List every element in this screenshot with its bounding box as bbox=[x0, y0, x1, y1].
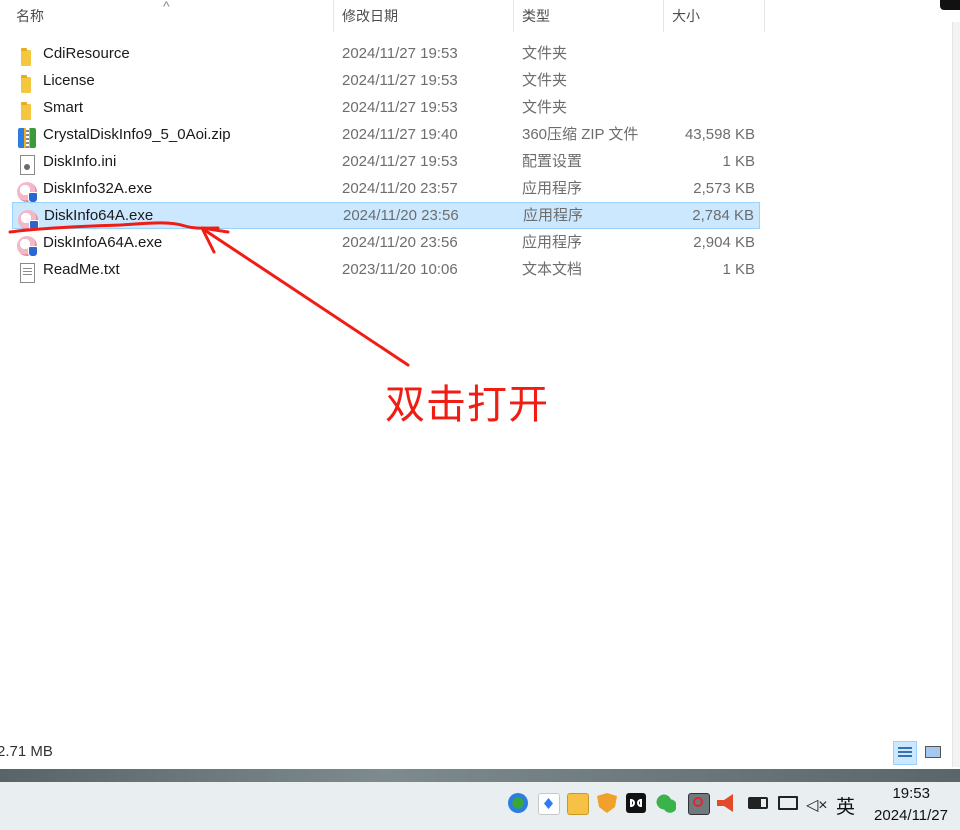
file-size: 43,598 KB bbox=[684, 126, 755, 143]
zip-archive-icon bbox=[17, 126, 36, 148]
file-date: 2024/11/20 23:56 bbox=[343, 207, 459, 224]
file-type: 文件夹 bbox=[522, 45, 568, 62]
details-view-icon[interactable] bbox=[893, 741, 917, 765]
file-type: 文件夹 bbox=[522, 72, 568, 89]
file-name: DiskInfoA64A.exe bbox=[43, 234, 163, 251]
file-date: 2024/11/27 19:53 bbox=[342, 72, 458, 89]
column-name-header[interactable]: 名称 bbox=[8, 0, 334, 32]
file-name: Smart bbox=[43, 99, 84, 116]
vertical-scrollbar[interactable] bbox=[952, 22, 960, 767]
folder-icon bbox=[17, 72, 35, 93]
file-row[interactable]: DiskInfo32A.exe 2024/11/20 23:57 应用程序 2,… bbox=[12, 175, 760, 203]
window-corner bbox=[940, 0, 960, 10]
file-date: 2024/11/27 19:53 bbox=[342, 99, 458, 116]
column-type-header[interactable]: 类型 bbox=[514, 0, 664, 32]
folder-icon bbox=[17, 99, 35, 120]
file-name: DiskInfo32A.exe bbox=[43, 180, 153, 197]
clock-time[interactable]: 19:53 bbox=[892, 785, 930, 802]
ime-indicator[interactable]: 英 bbox=[836, 792, 855, 819]
file-date: 2024/11/27 19:53 bbox=[342, 45, 458, 62]
app-icon bbox=[17, 180, 38, 203]
file-row[interactable]: ReadMe.txt 2023/11/20 10:06 文本文档 1 KB bbox=[12, 256, 760, 283]
large-icons-view-icon[interactable] bbox=[922, 741, 946, 765]
file-date: 2024/11/20 23:57 bbox=[342, 180, 458, 197]
text-file-icon bbox=[17, 261, 35, 283]
feishu-icon[interactable] bbox=[538, 793, 560, 815]
file-size: 2,573 KB bbox=[693, 180, 755, 197]
file-type: 应用程序 bbox=[522, 234, 583, 251]
settings-file-icon bbox=[17, 153, 35, 175]
file-row-selected[interactable]: DiskInfo64A.exe 2024/11/20 23:56 应用程序 2,… bbox=[12, 202, 760, 231]
annotation-label: 双击打开 bbox=[385, 382, 549, 428]
dolby-icon[interactable] bbox=[626, 793, 646, 813]
folder-icon bbox=[17, 45, 35, 66]
app-icon bbox=[18, 208, 39, 231]
battery-icon[interactable] bbox=[748, 797, 768, 809]
file-row[interactable]: DiskInfoA64A.exe 2024/11/20 23:56 应用程序 2… bbox=[12, 229, 760, 257]
monitor-icon[interactable] bbox=[778, 796, 798, 810]
file-row[interactable]: DiskInfo.ini 2024/11/27 19:53 配置设置 1 KB bbox=[12, 148, 760, 175]
column-size-header[interactable]: 大小 bbox=[664, 0, 765, 32]
file-name: DiskInfo64A.exe bbox=[44, 207, 154, 224]
file-name: CdiResource bbox=[43, 45, 130, 62]
file-name: ReadMe.txt bbox=[43, 261, 120, 278]
sort-ascending-icon: ^ bbox=[163, 0, 170, 14]
network-globe-icon[interactable] bbox=[508, 793, 528, 813]
file-date: 2024/11/20 23:56 bbox=[342, 234, 458, 251]
file-size: 2,904 KB bbox=[693, 234, 755, 251]
file-type: 文本文档 bbox=[522, 261, 583, 278]
file-date: 2024/11/27 19:53 bbox=[342, 153, 458, 170]
app-icon bbox=[17, 234, 38, 257]
file-type: 配置设置 bbox=[522, 153, 583, 170]
file-row[interactable]: CdiResource 2024/11/27 19:53 文件夹 bbox=[12, 40, 760, 67]
file-type: 应用程序 bbox=[522, 180, 583, 197]
file-date: 2024/11/27 19:40 bbox=[342, 126, 458, 143]
column-date-header[interactable]: 修改日期 bbox=[334, 0, 514, 32]
file-name: License bbox=[43, 72, 95, 89]
file-size: 2,784 KB bbox=[692, 207, 754, 224]
clock-date[interactable]: 2024/11/27 bbox=[874, 807, 948, 824]
status-selected-size: 2.71 MB bbox=[0, 743, 53, 760]
blocked-screen-icon[interactable] bbox=[688, 793, 710, 815]
column-header: 名称 ^ 修改日期 类型 大小 bbox=[0, 0, 765, 32]
file-row[interactable]: CrystalDiskInfo9_5_0Aoi.zip 2024/11/27 1… bbox=[12, 121, 760, 148]
file-size: 1 KB bbox=[722, 261, 755, 278]
wechat-icon[interactable] bbox=[656, 793, 676, 813]
file-name: CrystalDiskInfo9_5_0Aoi.zip bbox=[43, 126, 231, 143]
file-type: 应用程序 bbox=[523, 207, 584, 224]
file-type: 文件夹 bbox=[522, 99, 568, 116]
file-row[interactable]: License 2024/11/27 19:53 文件夹 bbox=[12, 67, 760, 94]
file-name: DiskInfo.ini bbox=[43, 153, 117, 170]
file-type: 360压缩 ZIP 文件 bbox=[522, 126, 639, 143]
desktop-wallpaper-strip bbox=[0, 769, 960, 782]
file-size: 1 KB bbox=[722, 153, 755, 170]
file-manager-icon[interactable] bbox=[567, 793, 589, 815]
mute-icon[interactable]: ◁× bbox=[806, 795, 828, 815]
file-date: 2023/11/20 10:06 bbox=[342, 261, 458, 278]
file-row[interactable]: Smart 2024/11/27 19:53 文件夹 bbox=[12, 94, 760, 121]
